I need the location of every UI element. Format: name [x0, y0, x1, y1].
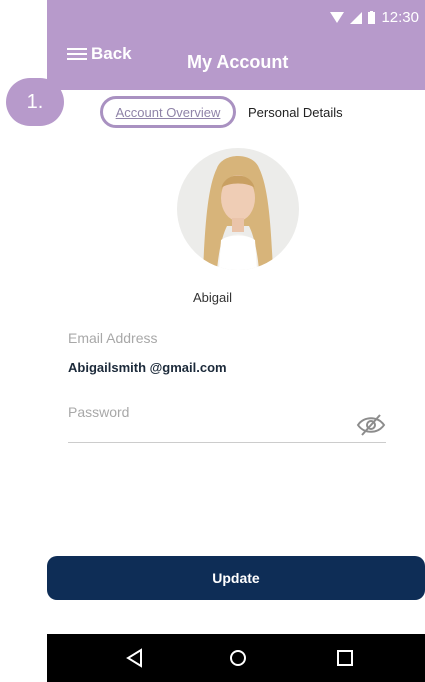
- avatar[interactable]: [177, 148, 299, 270]
- status-icons: 12:30: [330, 9, 419, 26]
- signal-icon: [350, 11, 363, 24]
- email-field[interactable]: Abigailsmith @gmail.com: [68, 360, 227, 375]
- tab-personal-details[interactable]: Personal Details: [248, 105, 343, 120]
- page-title: My Account: [187, 52, 289, 72]
- password-field[interactable]: [68, 442, 386, 443]
- home-circle-icon[interactable]: [226, 646, 250, 670]
- status-time: 12:30: [381, 9, 419, 26]
- recents-square-icon[interactable]: [333, 646, 357, 670]
- android-nav-bar: [47, 634, 425, 682]
- back-label: Back: [91, 44, 132, 63]
- password-label: Password: [68, 404, 130, 420]
- profile-name: Abigail: [192, 290, 233, 305]
- profile-photo: [177, 148, 299, 270]
- back-button[interactable]: Back: [67, 44, 132, 64]
- status-bar: 12:30: [47, 0, 425, 36]
- hamburger-icon: [67, 48, 87, 60]
- update-button[interactable]: Update: [47, 556, 425, 600]
- eye-off-icon[interactable]: [356, 414, 386, 436]
- email-label: Email Address: [68, 330, 158, 346]
- wifi-icon: [330, 12, 345, 23]
- app-bar: Back My Account: [47, 36, 425, 90]
- back-triangle-icon[interactable]: [123, 646, 147, 670]
- account-tabs: Account Overview Personal Details: [100, 96, 425, 130]
- tab-account-overview[interactable]: Account Overview: [100, 96, 236, 128]
- step-annotation-badge: 1.: [6, 78, 64, 126]
- battery-icon: [368, 11, 376, 24]
